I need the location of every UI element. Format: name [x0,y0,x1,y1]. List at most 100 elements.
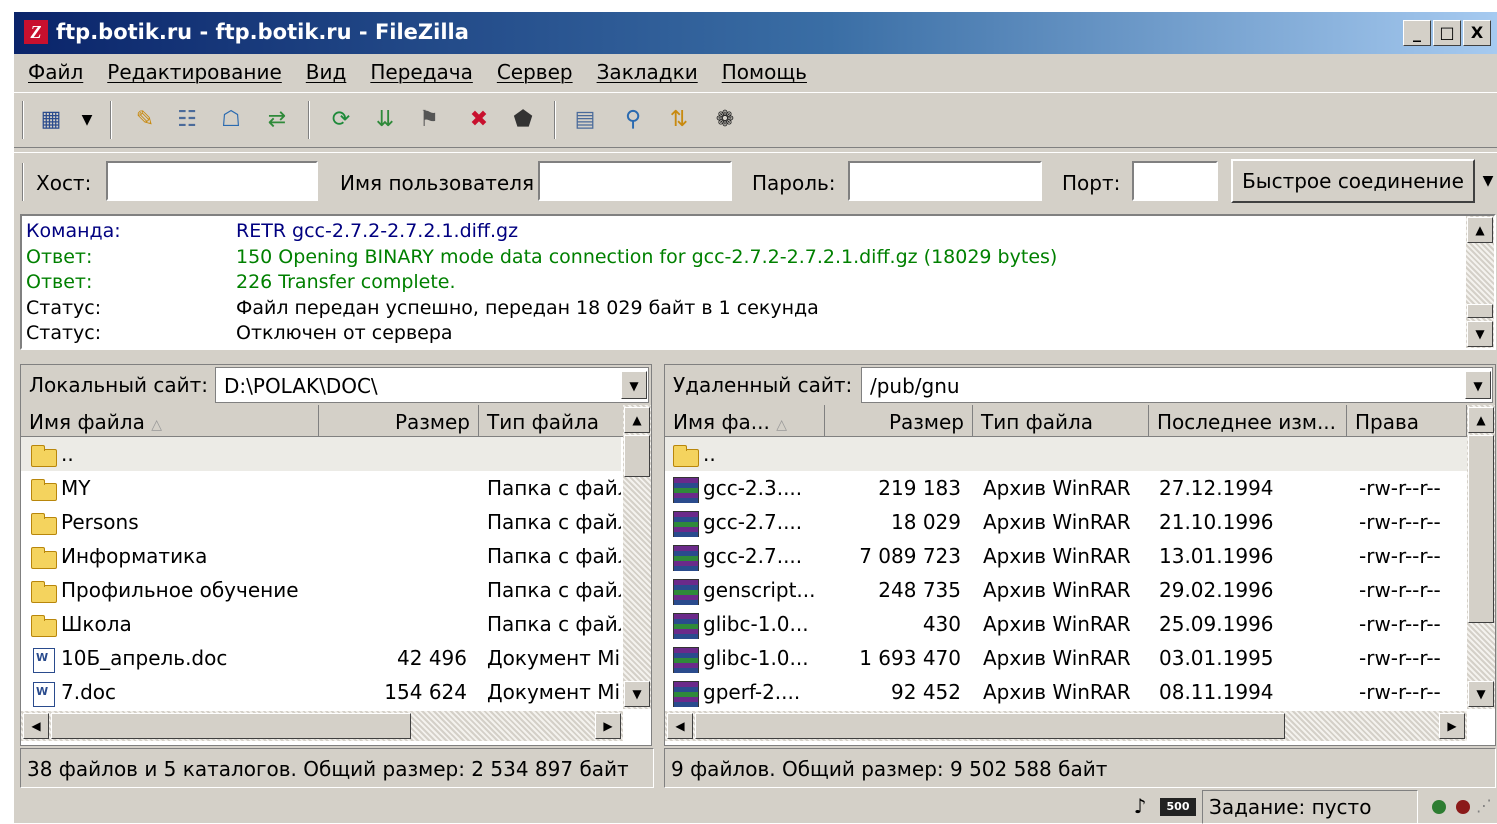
remote-path-input[interactable]: /pub/gnu [861,367,1493,403]
reconnect-icon[interactable]: ⬟ [508,105,538,135]
menu-view[interactable]: Вид [306,60,347,84]
scroll-down-icon[interactable]: ▼ [1468,681,1494,707]
list-item[interactable]: gcc-2.7.... 18 029 Архив WinRAR 21.10.19… [665,505,1467,539]
filezilla-window: Z ftp.botik.ru - ftp.botik.ru - FileZill… [14,12,1497,824]
scroll-up-icon[interactable]: ▲ [624,407,650,433]
transfer-type-icon[interactable]: ♪ [1128,794,1152,820]
column-size[interactable]: Размер [319,405,479,437]
cancel-icon[interactable]: ⚑ [414,105,444,135]
scroll-thumb[interactable] [51,713,411,739]
scroll-thumb[interactable] [695,713,1285,739]
list-item[interactable]: .. [21,437,621,471]
toolbar-separator [110,101,112,139]
column-type[interactable]: Тип файла [973,405,1149,437]
column-size[interactable]: Размер [825,405,973,437]
log-scrollbar[interactable]: ▲ ▼ [1466,216,1494,348]
menu-transfer[interactable]: Передача [370,60,473,84]
red-led-icon [1456,800,1470,814]
username-input[interactable] [538,161,732,201]
remote-vertical-scrollbar[interactable]: ▲ ▼ [1467,405,1495,709]
password-input[interactable] [848,161,1042,201]
winrar-archive-icon [671,544,701,571]
file-type: Папка с файл [487,544,621,568]
toggle-remote-tree-icon[interactable]: ☖ [216,105,246,135]
list-item[interactable]: glibc-1.0... 1 693 470 Архив WinRAR 03.0… [665,641,1467,675]
column-modified[interactable]: Последнее изм... [1149,405,1347,437]
local-vertical-scrollbar[interactable]: ▲ ▼ [623,405,651,709]
disconnect-icon[interactable]: ✖ [464,105,494,135]
sync-browse-icon[interactable]: ⇅ [664,105,694,135]
remote-horizontal-scrollbar[interactable]: ◀ ▶ [665,711,1467,741]
list-item[interactable]: MY Папка с файл [21,471,621,505]
process-queue-icon[interactable]: ⇊ [370,105,400,135]
menu-server[interactable]: Сервер [497,60,573,84]
scroll-right-icon[interactable]: ▶ [595,713,621,739]
column-filename[interactable]: Имя фа... △ [665,405,825,437]
minimize-button[interactable]: _ [1403,20,1431,46]
list-item[interactable]: 10Б_апрель.doc 42 496 Документ Mic [21,641,621,675]
list-item[interactable]: Persons Папка с файл [21,505,621,539]
list-item[interactable]: Информатика Папка с файл [21,539,621,573]
list-item[interactable]: gcc-2.3.... 219 183 Архив WinRAR 27.12.1… [665,471,1467,505]
list-item[interactable]: 7.doc 154 624 Документ Mic [21,675,621,709]
scroll-thumb[interactable] [1467,304,1493,318]
file-type: Архив WinRAR [983,680,1131,704]
port-input[interactable] [1132,161,1218,201]
resize-grip-icon[interactable]: ⋰ [1476,796,1494,818]
compare-icon[interactable]: ⚲ [618,105,648,135]
scroll-left-icon[interactable]: ◀ [667,713,693,739]
scroll-down-icon[interactable]: ▼ [624,681,650,707]
close-button[interactable]: X [1463,20,1491,46]
file-name: MY [61,476,91,500]
folder-icon [29,613,59,639]
menu-bookmarks[interactable]: Закладки [597,60,698,84]
maximize-button[interactable]: □ [1433,20,1461,46]
column-type[interactable]: Тип файла [479,405,625,437]
winrar-archive-icon [671,510,701,537]
local-horizontal-scrollbar[interactable]: ◀ ▶ [21,711,623,741]
local-panel: Локальный сайт: D:\POLAK\DOC\ ▼ Имя файл… [20,364,652,746]
toggle-log-icon[interactable]: ✎ [130,105,160,135]
log-message: 150 Opening BINARY mode data connection … [236,246,1058,268]
search-icon[interactable]: ❁ [710,105,740,135]
list-item[interactable]: .. [665,437,1467,471]
remote-path-dropdown-icon[interactable]: ▼ [1465,371,1491,399]
quickconnect-dropdown-icon[interactable]: ▼ [1478,159,1497,203]
list-item[interactable]: genscript... 248 735 Архив WinRAR 29.02.… [665,573,1467,607]
host-input[interactable] [106,161,318,201]
local-path-dropdown-icon[interactable]: ▼ [621,371,647,399]
column-filename[interactable]: Имя файла △ [21,405,319,437]
menu-edit[interactable]: Редактирование [107,60,282,84]
scroll-thumb[interactable] [624,435,650,477]
file-name: glibc-1.0... [703,612,809,636]
title-bar[interactable]: Z ftp.botik.ru - ftp.botik.ru - FileZill… [14,12,1497,54]
scroll-left-icon[interactable]: ◀ [23,713,49,739]
toolbar: ▦ ▼ ✎ ☷ ☖ ⇄ ⟳ ⇊ ⚑ ✖ ⬟ ▤ ⚲ ⇅ ❁ [14,92,1497,148]
menu-file[interactable]: Файл [28,60,83,84]
file-type: Архив WinRAR [983,544,1131,568]
list-item[interactable]: Профильное обучение Папка с файл [21,573,621,607]
toggle-queue-icon[interactable]: ⇄ [262,105,292,135]
file-name: gcc-2.3.... [703,476,803,500]
quickconnect-button[interactable]: Быстрое соединение [1231,159,1475,203]
menu-help[interactable]: Помощь [722,60,807,84]
local-path-input[interactable]: D:\POLAK\DOC\ [215,367,649,403]
column-permissions[interactable]: Права [1347,405,1467,437]
site-manager-icon[interactable]: ▦ [36,105,66,135]
scroll-up-icon[interactable]: ▲ [1467,217,1493,243]
list-item[interactable]: gcc-2.7.... 7 089 723 Архив WinRAR 13.01… [665,539,1467,573]
toggle-tree-icon[interactable]: ☷ [172,105,202,135]
sort-asc-icon: △ [776,417,788,433]
dropdown-arrow-icon[interactable]: ▼ [72,105,102,135]
list-item[interactable]: glibc-1.0... 430 Архив WinRAR 25.09.1996… [665,607,1467,641]
folder-icon [29,477,59,503]
filter-icon[interactable]: ▤ [570,105,600,135]
speed-limit-icon[interactable]: 500 [1160,798,1196,816]
scroll-down-icon[interactable]: ▼ [1467,321,1493,347]
refresh-icon[interactable]: ⟳ [326,105,356,135]
scroll-thumb[interactable] [1468,435,1494,623]
scroll-right-icon[interactable]: ▶ [1439,713,1465,739]
scroll-up-icon[interactable]: ▲ [1468,407,1494,433]
list-item[interactable]: gperf-2.... 92 452 Архив WinRAR 08.11.19… [665,675,1467,709]
list-item[interactable]: Школа Папка с файл [21,607,621,641]
